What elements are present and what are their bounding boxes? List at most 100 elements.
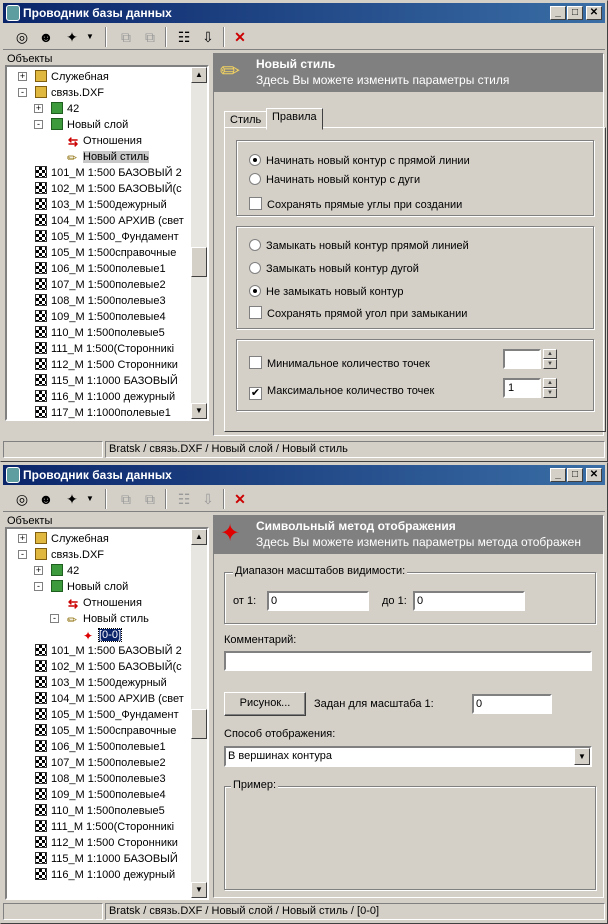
from-scale-input[interactable]: 0 xyxy=(267,591,369,611)
tree-item[interactable]: 110_М 1:500полевые5 xyxy=(35,325,165,341)
tree-item[interactable]: ⇆ Отношения xyxy=(67,133,142,149)
comment-input[interactable] xyxy=(224,651,592,671)
tree-item[interactable]: 109_М 1:500полевые4 xyxy=(35,787,166,803)
tree-item[interactable]: 117_М 1:1000полевые1 xyxy=(35,405,171,419)
tree-item[interactable]: 112_М 1:500 Сторонники xyxy=(35,357,178,373)
tree-item[interactable]: - Новый слой xyxy=(34,117,128,133)
close-arc-radio[interactable]: Замыкать новый контур дугой xyxy=(249,262,419,275)
chevron-down-icon[interactable]: ▼ xyxy=(79,27,101,47)
minimize-button[interactable]: _ xyxy=(550,6,566,20)
connect-icon[interactable]: ◎ xyxy=(11,27,33,47)
open-icon[interactable]: ☻ xyxy=(35,27,57,47)
picture-button[interactable]: Рисунок... xyxy=(224,692,306,716)
tree-item[interactable]: ✏ Новый стиль xyxy=(67,149,149,165)
tree-item[interactable]: 111_М 1:500(Сторонникі xyxy=(35,819,174,835)
start-arc-radio[interactable]: Начинать новый контур с дуги xyxy=(249,173,420,186)
tree-scrollbar[interactable]: ▲ ▼ xyxy=(191,67,207,419)
tree-item[interactable]: 105_М 1:500_Фундамент xyxy=(35,707,179,723)
tree-item[interactable]: + Служебная xyxy=(18,531,109,547)
copy-icon[interactable]: ⧉ xyxy=(115,489,137,509)
tree-item[interactable]: 101_М 1:500 БАЗОВЫЙ 2 xyxy=(35,165,182,181)
collapse-icon[interactable]: - xyxy=(34,120,43,129)
object-tree[interactable]: ▲ ▼ + Служебная - связь.DXF +42- Новый слой ⇆ О… xyxy=(5,65,209,421)
import-icon[interactable]: ⇩ xyxy=(197,27,219,47)
max-points-spinner[interactable]: 1 ▲ ▼ xyxy=(503,378,557,398)
tree-item[interactable]: 105_М 1:500_Фундамент xyxy=(35,229,179,245)
tree-item[interactable]: 106_М 1:500полевые1 xyxy=(35,739,166,755)
paste-icon[interactable]: ⧉ xyxy=(139,27,161,47)
tree-item[interactable]: 108_М 1:500полевые3 xyxy=(35,771,166,787)
tree-item[interactable]: 115_М 1:1000 БАЗОВЫЙ xyxy=(35,373,178,389)
close-button[interactable]: ✕ xyxy=(586,468,602,482)
tree-item[interactable]: ⇆ Отношения xyxy=(67,595,142,611)
tree-item[interactable]: - связь.DXF xyxy=(18,547,104,563)
scroll-up-icon[interactable]: ▲ xyxy=(191,529,207,545)
tree-item[interactable]: ✦ [0-0] xyxy=(83,627,123,643)
tree-item[interactable]: 111_М 1:500(Сторонникі xyxy=(35,341,174,357)
scroll-thumb[interactable] xyxy=(191,247,207,277)
properties-icon[interactable]: ☷ xyxy=(173,27,195,47)
expand-icon[interactable]: + xyxy=(18,72,27,81)
tree-item[interactable]: + Служебная xyxy=(18,69,109,85)
chevron-down-icon[interactable]: ▼ xyxy=(79,489,101,509)
import-icon[interactable]: ⇩ xyxy=(197,489,219,509)
min-points-checkbox[interactable]: Минимальное количество точек xyxy=(249,356,430,370)
max-points-checkbox[interactable]: ✔ Максимальное количество точек xyxy=(249,385,434,400)
tree-item[interactable]: +42 xyxy=(34,563,79,579)
start-line-radio[interactable]: Начинать новый контур с прямой линии xyxy=(249,154,470,167)
tree-item[interactable]: 105_М 1:500справочные xyxy=(35,723,176,739)
scroll-down-icon[interactable]: ▼ xyxy=(191,403,207,419)
object-tree[interactable]: ▲ ▼ + Служебная - связь.DXF +42- Новый слой ⇆ О… xyxy=(5,527,209,900)
scroll-up-icon[interactable]: ▲ xyxy=(191,67,207,83)
tree-item[interactable]: 102_М 1:500 БАЗОВЫЙ(с xyxy=(35,181,182,197)
expand-icon[interactable]: + xyxy=(34,566,43,575)
min-points-spinner[interactable]: ▲ ▼ xyxy=(503,349,557,369)
tree-item[interactable]: 101_М 1:500 БАЗОВЫЙ 2 xyxy=(35,643,182,659)
close-line-radio[interactable]: Замыкать новый контур прямой линией xyxy=(249,239,469,252)
connect-icon[interactable]: ◎ xyxy=(11,489,33,509)
expand-icon[interactable]: + xyxy=(34,104,43,113)
tree-item[interactable]: 104_М 1:500 АРХИВ (свет xyxy=(35,691,184,707)
tab-rules[interactable]: Правила xyxy=(266,108,323,130)
tree-item[interactable]: 107_М 1:500полевые2 xyxy=(35,277,166,293)
tree-item[interactable]: 102_М 1:500 БАЗОВЫЙ(с xyxy=(35,659,182,675)
to-scale-input[interactable]: 0 xyxy=(413,591,525,611)
delete-icon[interactable]: ✕ xyxy=(229,27,251,47)
paste-icon[interactable]: ⧉ xyxy=(139,489,161,509)
tree-item[interactable]: 109_М 1:500полевые4 xyxy=(35,309,166,325)
no-close-radio[interactable]: Не замыкать новый контур xyxy=(249,285,403,298)
maximize-button[interactable]: □ xyxy=(567,468,583,482)
properties-icon[interactable]: ☷ xyxy=(173,489,195,509)
scale-input[interactable]: 0 xyxy=(472,694,552,714)
tree-item[interactable]: 116_М 1:1000 дежурный xyxy=(35,389,175,405)
chevron-down-icon[interactable]: ▼ xyxy=(574,748,590,765)
scroll-down-icon[interactable]: ▼ xyxy=(191,882,207,898)
tree-item[interactable]: 107_М 1:500полевые2 xyxy=(35,755,166,771)
tree-item[interactable]: 105_М 1:500справочные xyxy=(35,245,176,261)
keep-right-angle-close-checkbox[interactable]: Сохранять прямой угол при замыкании xyxy=(249,306,467,320)
collapse-icon[interactable]: - xyxy=(18,550,27,559)
tree-item[interactable]: +42 xyxy=(34,101,79,117)
tree-item[interactable]: 116_М 1:1000 дежурный xyxy=(35,867,175,883)
tree-item[interactable]: 115_М 1:1000 БАЗОВЫЙ xyxy=(35,851,178,867)
display-method-select[interactable]: В вершинах контура ▼ xyxy=(224,746,592,767)
tree-scrollbar[interactable]: ▲ ▼ xyxy=(191,529,207,898)
keep-right-angles-checkbox[interactable]: Сохранять прямые углы при создании xyxy=(249,197,462,211)
tree-item[interactable]: - ✏ Новый стиль xyxy=(50,611,149,627)
expand-icon[interactable]: + xyxy=(18,534,27,543)
tree-item[interactable]: 103_М 1:500дежурный xyxy=(35,197,167,213)
tree-item[interactable]: 108_М 1:500полевые3 xyxy=(35,293,166,309)
title-bar[interactable]: Проводник базы данных _ □ ✕ xyxy=(3,465,605,485)
tree-item[interactable]: 110_М 1:500полевые5 xyxy=(35,803,165,819)
open-icon[interactable]: ☻ xyxy=(35,489,57,509)
collapse-icon[interactable]: - xyxy=(18,88,27,97)
collapse-icon[interactable]: - xyxy=(50,614,59,623)
delete-icon[interactable]: ✕ xyxy=(229,489,251,509)
tree-item[interactable]: - Новый слой xyxy=(34,579,128,595)
tree-item[interactable]: - связь.DXF xyxy=(18,85,104,101)
collapse-icon[interactable]: - xyxy=(34,582,43,591)
copy-icon[interactable]: ⧉ xyxy=(115,27,137,47)
tree-item[interactable]: 106_М 1:500полевые1 xyxy=(35,261,166,277)
tree-item[interactable]: 103_М 1:500дежурный xyxy=(35,675,167,691)
tree-item[interactable]: 112_М 1:500 Сторонники xyxy=(35,835,178,851)
